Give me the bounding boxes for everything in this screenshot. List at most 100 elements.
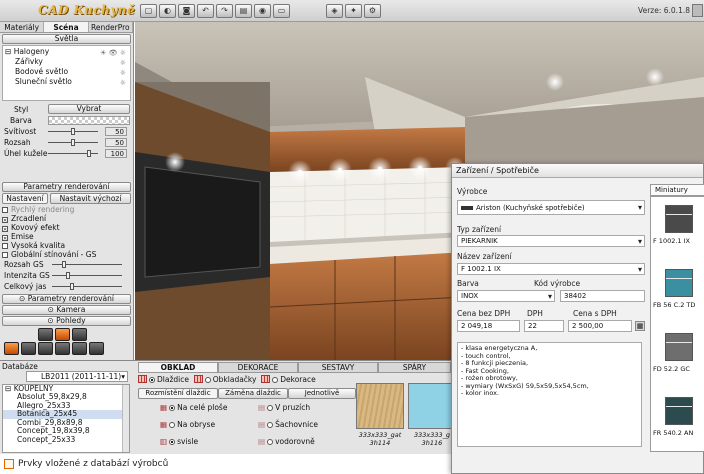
- prop-value[interactable]: 50: [105, 127, 127, 136]
- collapse-icon[interactable]: ⊟: [5, 385, 11, 393]
- tab-scene[interactable]: Scéna: [44, 22, 89, 32]
- redo-icon[interactable]: ↷: [216, 4, 233, 18]
- tree-scrollbar[interactable]: [122, 385, 129, 452]
- appliance-thumbnail[interactable]: FR 540.2 AN: [651, 389, 704, 451]
- render-option[interactable]: Vysoká kvalita: [0, 241, 133, 250]
- prop-slider[interactable]: [48, 128, 98, 135]
- checkbox[interactable]: [2, 252, 8, 258]
- tab-dekorace[interactable]: DEKORACE: [218, 362, 298, 373]
- layout-option[interactable]: ▤ vodorovně: [258, 437, 315, 447]
- view-right-icon[interactable]: [38, 342, 53, 355]
- type-select[interactable]: PIEKARNIK: [457, 235, 645, 247]
- prop-value[interactable]: 100: [105, 149, 127, 158]
- price-ex-field[interactable]: 2 049,18: [457, 320, 520, 332]
- tab-materials[interactable]: Materiály: [0, 22, 45, 32]
- appliance-thumbnail[interactable]: FB 56 C.2 TD: [651, 261, 704, 323]
- settings-icon[interactable]: ⚙: [364, 4, 381, 18]
- tree-item[interactable]: Concept_25x33: [3, 435, 129, 445]
- view-iso-icon[interactable]: [72, 342, 87, 355]
- view-left-icon[interactable]: [21, 342, 36, 355]
- views-section[interactable]: ⊙ Pohledy: [2, 316, 131, 326]
- render-icon[interactable]: ◈: [326, 4, 343, 18]
- description-field[interactable]: - klasa energetyczna A, - touch control,…: [457, 342, 642, 447]
- manufacturer-select[interactable]: Ariston (Kuchyňské spotřebiče): [457, 200, 645, 215]
- radio-button[interactable]: [267, 405, 274, 411]
- view-top-icon[interactable]: [55, 328, 70, 341]
- tab-sestavy[interactable]: SESTAVY: [298, 362, 378, 373]
- camera-icon[interactable]: ◉: [254, 4, 271, 18]
- appliance-thumbnail[interactable]: FD 52.2 GC: [651, 325, 704, 387]
- checkbox[interactable]: [2, 243, 8, 249]
- prop-value[interactable]: 50: [105, 138, 127, 147]
- gs-slider[interactable]: [52, 272, 122, 279]
- view-side-icon[interactable]: [72, 328, 87, 341]
- prop-slider[interactable]: [48, 150, 98, 157]
- vat-field[interactable]: 22: [524, 320, 564, 332]
- appliance-thumbnail[interactable]: F 1002.1 IX: [651, 197, 704, 259]
- render-option[interactable]: Globální stínování - GS: [0, 250, 133, 259]
- prop-slider[interactable]: [48, 139, 98, 146]
- tab-renderpro[interactable]: RenderPro: [88, 22, 133, 32]
- light-fluorescent[interactable]: Zářivky ☼: [5, 57, 128, 67]
- radio-tiles[interactable]: [149, 377, 155, 383]
- set-default-button[interactable]: Nastavit výchozí: [50, 193, 131, 204]
- undo-icon[interactable]: ↶: [197, 4, 214, 18]
- gs-slider[interactable]: [52, 261, 122, 268]
- info-icon[interactable]: [692, 4, 703, 17]
- slider-knob[interactable]: [70, 283, 74, 290]
- render-option[interactable]: Kovový efekt: [0, 223, 133, 232]
- subtab-single[interactable]: Jednotlivě: [288, 388, 356, 399]
- tools-icon[interactable]: ✦: [345, 4, 362, 18]
- radio-button[interactable]: [267, 422, 274, 428]
- subtab-replace[interactable]: Záměna dlaždic: [218, 388, 288, 399]
- code-field[interactable]: 38402: [560, 290, 645, 302]
- light-point[interactable]: Bodové světlo ☼: [5, 67, 128, 77]
- tile-thumb-2[interactable]: [408, 383, 456, 429]
- view-back-icon[interactable]: [55, 342, 70, 355]
- checkbox[interactable]: [2, 207, 8, 213]
- radio-decorations[interactable]: [272, 377, 279, 383]
- slider-knob[interactable]: [71, 139, 75, 146]
- collapse-icon[interactable]: ⊟: [5, 47, 11, 56]
- tab-spary[interactable]: SPÁRY: [378, 362, 451, 373]
- light-toggle-icon[interactable]: ☼: [120, 78, 126, 88]
- select-style-button[interactable]: Vybrat: [48, 104, 130, 114]
- tile-thumb-1[interactable]: [356, 383, 404, 429]
- light-sun[interactable]: Sluneční světlo ☼: [5, 77, 128, 87]
- layout-option[interactable]: ▤ V pruzích: [258, 403, 310, 413]
- tab-obklad[interactable]: OBKLAD: [138, 362, 218, 373]
- radio-button[interactable]: [169, 422, 176, 428]
- slider-knob[interactable]: [62, 261, 66, 268]
- render-option[interactable]: Rychlý rendering: [0, 205, 133, 214]
- new-file-icon[interactable]: ▢: [140, 4, 157, 18]
- view-persp-icon[interactable]: [89, 342, 104, 355]
- color-swatch[interactable]: [48, 116, 130, 125]
- view-front-icon[interactable]: [38, 328, 53, 341]
- layout-option[interactable]: ▦ Na celé ploše: [160, 403, 227, 413]
- color-select[interactable]: INOX: [457, 290, 555, 302]
- layout-option[interactable]: ▤ Šachovnice: [258, 420, 318, 430]
- subtab-layout[interactable]: Rozmístění dlaždic: [138, 388, 218, 399]
- view-3d-icon[interactable]: [4, 342, 19, 355]
- render-option[interactable]: Zrcadlení: [0, 214, 133, 223]
- lighting-header[interactable]: Světla: [2, 34, 131, 44]
- render-params-footer[interactable]: ⊙ Parametry renderování: [2, 294, 131, 304]
- database-select[interactable]: LB2011 (2011-11-11) ▾: [26, 371, 128, 382]
- calculator-icon[interactable]: ▦: [635, 321, 645, 331]
- radio-wall-tiles[interactable]: [204, 377, 211, 383]
- slider-knob[interactable]: [71, 128, 75, 135]
- window-icon[interactable]: ▭: [273, 4, 290, 18]
- print-icon[interactable]: ▤: [235, 4, 252, 18]
- slider-knob[interactable]: [66, 272, 70, 279]
- price-in-field[interactable]: 2 500,00: [568, 320, 632, 332]
- camera-section[interactable]: ⊙ Kamera: [2, 305, 131, 315]
- render-option[interactable]: Emise: [0, 232, 133, 241]
- render-params-header[interactable]: Parametry renderování: [2, 182, 131, 192]
- name-select[interactable]: F 1002.1 IX: [457, 263, 645, 275]
- radio-button[interactable]: [169, 405, 176, 411]
- layout-option[interactable]: ▦ Na obryse: [160, 420, 215, 430]
- radio-button[interactable]: [169, 439, 176, 445]
- thumbnail-list[interactable]: F 1002.1 IX FB 56 C.2 TD FD 52.2 GC FR 540.…: [650, 196, 704, 452]
- layout-option[interactable]: ▥ svisle: [160, 437, 198, 447]
- open-file-icon[interactable]: ◐: [159, 4, 176, 18]
